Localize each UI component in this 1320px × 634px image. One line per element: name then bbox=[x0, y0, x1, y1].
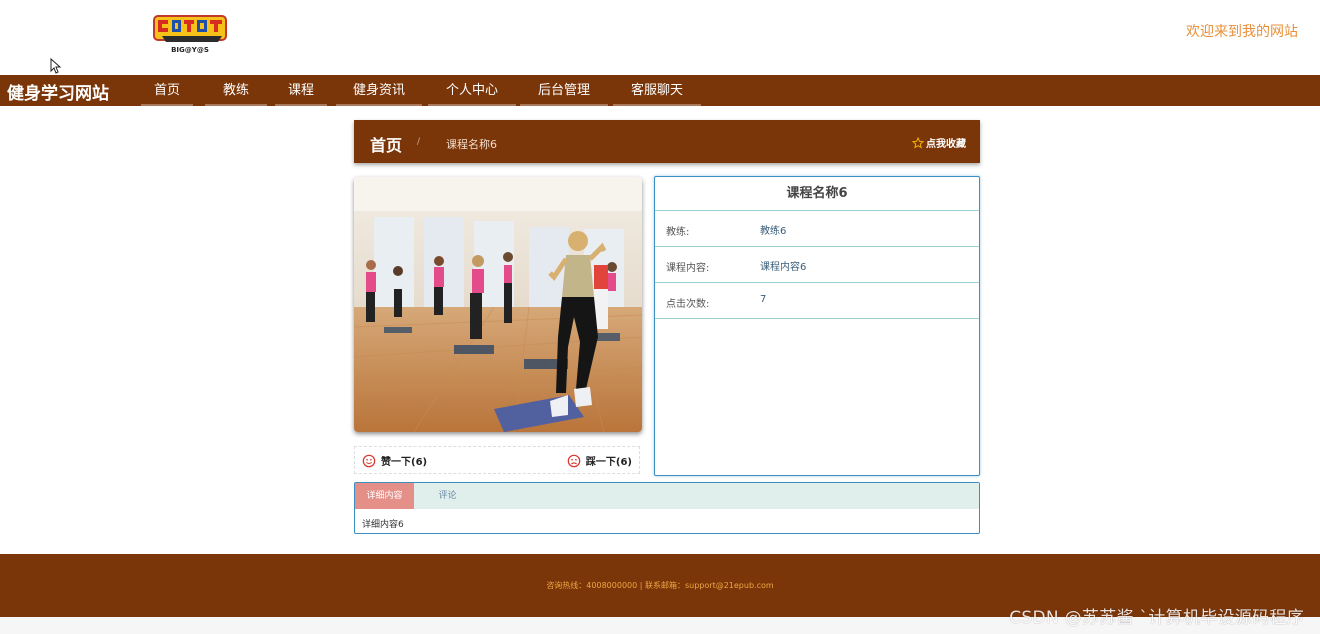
main-nav: 健身学习网站 首页 教练 课程 健身资讯 个人中心 后台管理 客服聊天 bbox=[0, 75, 1320, 106]
site-logo[interactable]: BIG@Y@S bbox=[148, 10, 232, 54]
info-label: 教练: bbox=[666, 227, 690, 238]
svg-text:BIG@Y@S: BIG@Y@S bbox=[171, 46, 209, 54]
info-row-coach: 教练: 教练6 bbox=[655, 211, 979, 247]
tab-comments[interactable]: 评论 bbox=[425, 483, 470, 509]
nav-item-course[interactable]: 课程 bbox=[275, 75, 327, 106]
breadcrumb-separator: / bbox=[417, 137, 421, 147]
nav-item-fitness-news[interactable]: 健身资讯 bbox=[336, 75, 422, 106]
vote-bar: 赞一下(6) 踩一下(6) bbox=[354, 446, 640, 474]
info-label: 点击次数: bbox=[666, 299, 710, 310]
star-icon bbox=[912, 136, 924, 149]
info-row-clicks: 点击次数: 7 bbox=[655, 283, 979, 319]
course-image bbox=[354, 177, 642, 432]
info-value: 教练6 bbox=[760, 226, 787, 237]
nav-item-coach[interactable]: 教练 bbox=[205, 75, 267, 106]
top-header: BIG@Y@S 欢迎来到我的网站 bbox=[0, 0, 1320, 75]
like-button[interactable]: 赞一下(6) bbox=[362, 453, 427, 468]
info-value: 课程内容6 bbox=[760, 262, 807, 273]
nav-item-chat[interactable]: 客服聊天 bbox=[613, 75, 701, 106]
dislike-button[interactable]: 踩一下(6) bbox=[567, 453, 632, 468]
breadcrumb-home[interactable]: 首页 bbox=[370, 132, 402, 156]
tab-details[interactable]: 详细内容 bbox=[355, 483, 414, 509]
info-value: 7 bbox=[760, 294, 767, 305]
detail-tabs: 详细内容 评论 详细内容6 bbox=[354, 482, 980, 534]
favorite-button[interactable]: 点我收藏 bbox=[912, 135, 966, 150]
info-label: 课程内容: bbox=[666, 263, 710, 274]
nav-item-home[interactable]: 首页 bbox=[141, 75, 193, 106]
breadcrumb-current: 课程名称6 bbox=[446, 138, 497, 151]
watermark: CSDN @苏苏酱 `计算机毕设源码程序 bbox=[1009, 608, 1304, 628]
dislike-label: 踩一下(6) bbox=[585, 457, 632, 468]
tab-content: 详细内容6 bbox=[362, 520, 404, 530]
course-info-panel: 课程名称6 教练: 教练6 课程内容: 课程内容6 点击次数: 7 bbox=[654, 176, 980, 476]
tab-header: 详细内容 评论 bbox=[355, 483, 979, 509]
favorite-label: 点我收藏 bbox=[926, 139, 966, 150]
breadcrumb: 首页 / 课程名称6 点我收藏 bbox=[354, 120, 980, 163]
like-label: 赞一下(6) bbox=[381, 457, 428, 468]
frown-icon bbox=[567, 454, 581, 467]
site-brand[interactable]: 健身学习网站 bbox=[7, 79, 109, 104]
welcome-text: 欢迎来到我的网站 bbox=[1186, 24, 1298, 40]
info-row-content: 课程内容: 课程内容6 bbox=[655, 247, 979, 283]
course-title: 课程名称6 bbox=[655, 177, 979, 211]
nav-item-personal-center[interactable]: 个人中心 bbox=[428, 75, 516, 106]
footer-contact: 咨询热线：4008000000 | 联系邮箱：support@21epub.co… bbox=[546, 581, 774, 590]
smile-icon bbox=[362, 454, 376, 467]
nav-item-admin[interactable]: 后台管理 bbox=[520, 75, 608, 106]
mouse-cursor-icon bbox=[50, 58, 62, 74]
